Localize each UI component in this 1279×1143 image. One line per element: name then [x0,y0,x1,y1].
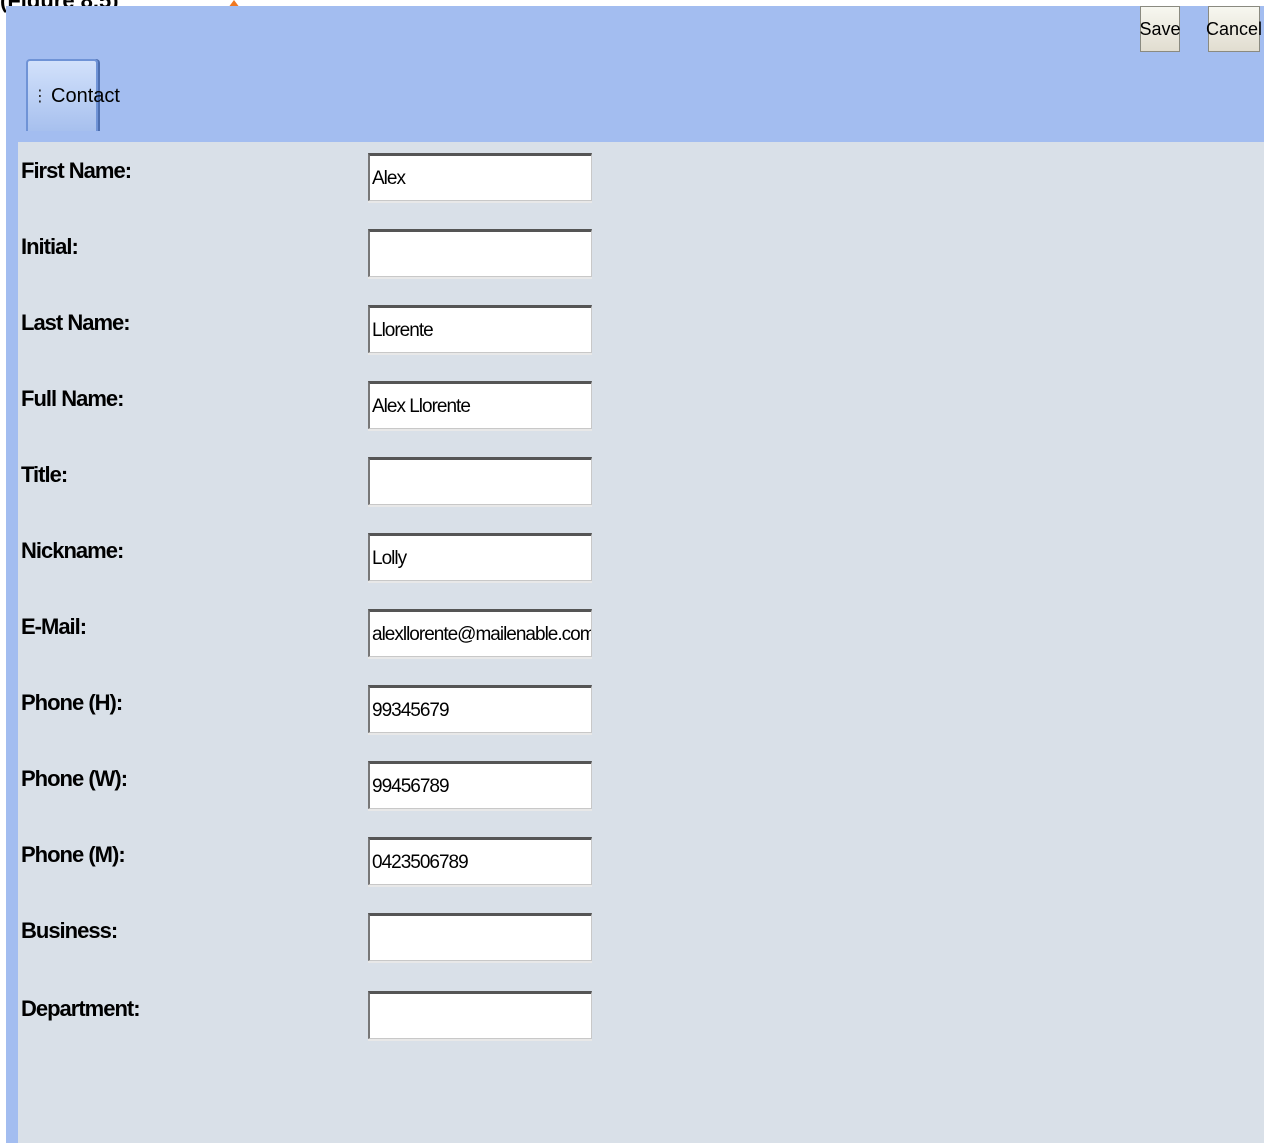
form-row-nickname: Nickname: Lolly [6,533,1264,598]
phone-work-label: Phone (W): [21,766,128,791]
form-row-department: Department: [6,991,1264,1056]
form-row-email: E-Mail: alexllorente@mailenable.com.au [6,609,1264,674]
save-button[interactable]: Save [1139,6,1181,52]
tab-contact[interactable]: ⋮ Contact [26,59,120,131]
email-label: E-Mail: [21,614,87,639]
phone-work-field[interactable]: 99456789 [368,761,592,809]
full-name-label: Full Name: [21,386,124,411]
phone-mobile-field[interactable]: 0423506789 [368,837,592,885]
email-field[interactable]: alexllorente@mailenable.com.au [368,609,592,657]
form-row-phone-home: Phone (H): 99345679 [6,685,1264,750]
tab-contact-label: Contact [51,84,120,107]
phone-home-label: Phone (H): [21,690,123,715]
nickname-label: Nickname: [21,538,124,563]
form-row-phone-work: Phone (W): 99456789 [6,761,1264,826]
department-field[interactable] [368,991,592,1039]
form-row-phone-mobile: Phone (M): 0423506789 [6,837,1264,902]
form-row-initial: Initial: [6,229,1264,294]
initial-field[interactable] [368,229,592,277]
title-label: Title: [21,462,68,487]
form-row-business: Business: [6,913,1264,978]
contact-window: ⋮ Contact Save Cancel First Name: Alex I… [6,6,1264,1143]
first-name-field[interactable]: Alex [368,153,592,201]
phone-home-field[interactable]: 99345679 [368,685,592,733]
last-name-field[interactable]: Llorente [368,305,592,353]
header-bar: ⋮ Contact Save Cancel [6,6,1264,142]
tab-grip-icon: ⋮ [32,88,48,105]
last-name-label: Last Name: [21,310,131,335]
initial-label: Initial: [21,234,79,259]
phone-mobile-label: Phone (M): [21,842,126,867]
form-row-title: Title: [6,457,1264,522]
form-row-first-name: First Name: Alex [6,153,1264,218]
business-field[interactable] [368,913,592,961]
form-row-full-name: Full Name: Alex Llorente [6,381,1264,446]
cancel-button[interactable]: Cancel [1206,6,1262,52]
nickname-field[interactable]: Lolly [368,533,592,581]
business-label: Business: [21,918,118,943]
first-name-label: First Name: [21,158,132,183]
form-row-last-name: Last Name: Llorente [6,305,1264,370]
full-name-field[interactable]: Alex Llorente [368,381,592,429]
department-label: Department: [21,996,141,1021]
title-field[interactable] [368,457,592,505]
